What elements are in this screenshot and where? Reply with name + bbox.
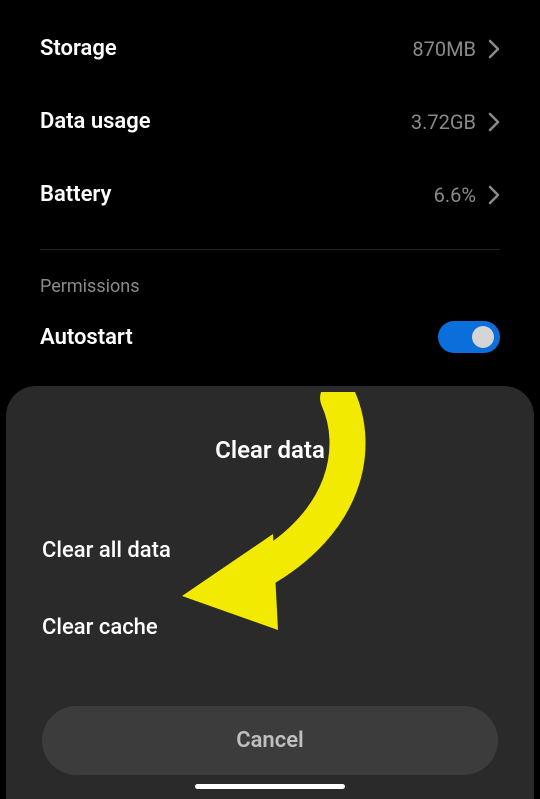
storage-row[interactable]: Storage 870MB xyxy=(0,12,540,85)
storage-label: Storage xyxy=(40,36,117,61)
permissions-header: Permissions xyxy=(0,250,540,307)
data-usage-label: Data usage xyxy=(40,109,151,134)
battery-label: Battery xyxy=(40,182,111,207)
clear-data-sheet: Clear data Clear all data Clear cache Ca… xyxy=(6,386,534,799)
battery-right: 6.6% xyxy=(434,183,500,207)
chevron-right-icon xyxy=(488,185,500,205)
battery-row[interactable]: Battery 6.6% xyxy=(0,158,540,231)
clear-all-data-option[interactable]: Clear all data xyxy=(6,512,534,589)
cancel-button[interactable]: Cancel xyxy=(42,706,498,775)
storage-right: 870MB xyxy=(412,37,500,61)
home-indicator[interactable] xyxy=(195,784,345,789)
autostart-label: Autostart xyxy=(40,325,133,350)
sheet-title: Clear data xyxy=(6,436,534,464)
toggle-knob xyxy=(472,326,494,348)
autostart-toggle[interactable] xyxy=(438,321,500,353)
chevron-right-icon xyxy=(488,112,500,132)
clear-cache-option[interactable]: Clear cache xyxy=(6,589,534,666)
data-usage-right: 3.72GB xyxy=(411,110,500,134)
data-usage-value: 3.72GB xyxy=(411,110,476,134)
data-usage-row[interactable]: Data usage 3.72GB xyxy=(0,85,540,158)
battery-value: 6.6% xyxy=(434,183,476,207)
storage-value: 870MB xyxy=(412,37,476,61)
settings-list: Storage 870MB Data usage 3.72GB Battery … xyxy=(0,0,540,369)
chevron-right-icon xyxy=(488,39,500,59)
autostart-row[interactable]: Autostart xyxy=(0,307,540,369)
